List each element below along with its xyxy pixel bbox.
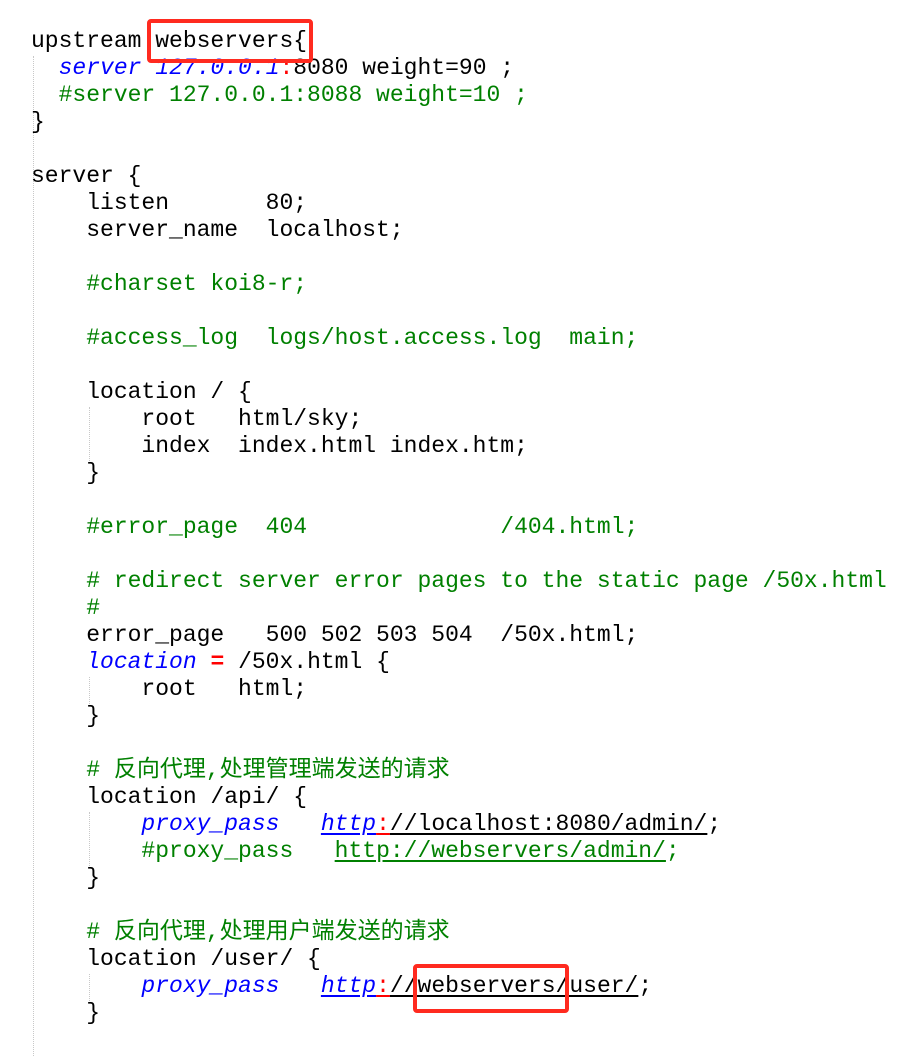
code-token-plain: } <box>31 703 101 729</box>
code-token-comment: #access_log logs/host.access.log main; <box>31 325 639 351</box>
code-line[interactable]: } <box>31 865 100 892</box>
code-line[interactable]: } <box>31 703 100 730</box>
code-url: http://webservers/admin/ <box>334 838 666 864</box>
code-token-plain: } <box>31 865 101 891</box>
code-line[interactable]: #error_page 404 /404.html; <box>31 514 638 541</box>
code-token-plain: listen 80; <box>31 190 308 216</box>
code-line[interactable]: location / { <box>31 379 252 406</box>
code-token-plain: root html/sky; <box>31 406 363 432</box>
code-token-plain: location /user/ { <box>31 946 321 972</box>
code-token-plain: } <box>31 1000 101 1026</box>
code-url: //localhost:8080/admin/ <box>389 811 708 837</box>
code-line[interactable]: proxy_pass http://localhost:8080/admin/; <box>31 811 721 838</box>
code-token-plain: /50x.html { <box>224 649 390 675</box>
code-line[interactable]: server { <box>31 163 141 190</box>
code-line[interactable]: # <box>31 595 100 622</box>
code-token-plain: } <box>31 109 45 135</box>
code-line[interactable]: root html/sky; <box>31 406 362 433</box>
code-token-keyword: proxy_pass <box>141 811 280 837</box>
code-token-comment: # 反向代理,处理用户端发送的请求 <box>31 919 450 945</box>
code-token-plain: index index.html index.htm; <box>31 433 528 459</box>
highlight-box-upstream-name <box>147 19 313 63</box>
code-token-comment: # 反向代理,处理管理端发送的请求 <box>31 757 450 783</box>
code-line[interactable]: root html; <box>31 676 307 703</box>
code-token-plain: location / { <box>31 379 252 405</box>
code-url: : <box>376 973 390 999</box>
code-token-keyword: location <box>86 649 197 675</box>
code-line[interactable]: # 反向代理,处理管理端发送的请求 <box>31 757 450 784</box>
code-token-comment: # <box>31 595 101 621</box>
code-line[interactable]: } <box>31 1000 100 1027</box>
code-url: : <box>376 811 390 837</box>
code-token-plain: location /api/ { <box>31 784 308 810</box>
code-token-comment: #proxy_pass <box>31 838 335 864</box>
code-url: http <box>320 811 377 837</box>
code-token-plain: ; <box>707 811 722 837</box>
code-token-comment: ; <box>665 838 680 864</box>
code-url: http <box>320 973 377 999</box>
code-token-comment: # redirect server error pages to the sta… <box>31 568 887 594</box>
code-token-op: = <box>210 649 225 675</box>
code-token-plain: root html; <box>31 676 308 702</box>
code-line[interactable]: #charset koi8-r; <box>31 271 307 298</box>
code-line[interactable]: #access_log logs/host.access.log main; <box>31 325 638 352</box>
code-token-plain: error_page 500 502 503 504 /50x.html; <box>31 622 639 648</box>
code-line[interactable]: } <box>31 460 100 487</box>
code-token-plain: server { <box>31 163 142 189</box>
code-token-plain: server_name localhost; <box>31 217 404 243</box>
code-line[interactable]: location = /50x.html { <box>31 649 390 676</box>
code-token-plain: } <box>31 460 101 486</box>
code-line[interactable]: listen 80; <box>31 190 307 217</box>
code-token-plain: ; <box>638 973 653 999</box>
code-line[interactable]: location /user/ { <box>31 946 321 973</box>
code-token-comment: #charset koi8-r; <box>31 271 308 297</box>
code-line[interactable]: location /api/ { <box>31 784 307 811</box>
code-line[interactable]: # 反向代理,处理用户端发送的请求 <box>31 919 450 946</box>
code-line[interactable]: #server 127.0.0.1:8088 weight=10 ; <box>31 82 528 109</box>
code-line[interactable]: # redirect server error pages to the sta… <box>31 568 887 595</box>
code-token-plain: 8080 weight=90 ; <box>293 55 515 81</box>
code-editor[interactable]: upstream webservers{ server 127.0.0.1:80… <box>0 0 911 1056</box>
code-line[interactable]: error_page 500 502 503 504 /50x.html; <box>31 622 638 649</box>
code-line[interactable]: server_name localhost; <box>31 217 404 244</box>
code-token-comment: #server 127.0.0.1:8088 weight=10 ; <box>31 82 528 108</box>
code-line[interactable]: } <box>31 109 45 136</box>
code-token-keyword: proxy_pass <box>141 973 280 999</box>
code-line[interactable]: #proxy_pass http://webservers/admin/; <box>31 838 680 865</box>
code-line[interactable]: index index.html index.htm; <box>31 433 528 460</box>
code-token-comment: #error_page 404 /404.html; <box>31 514 639 540</box>
highlight-box-proxy-target <box>413 964 569 1013</box>
